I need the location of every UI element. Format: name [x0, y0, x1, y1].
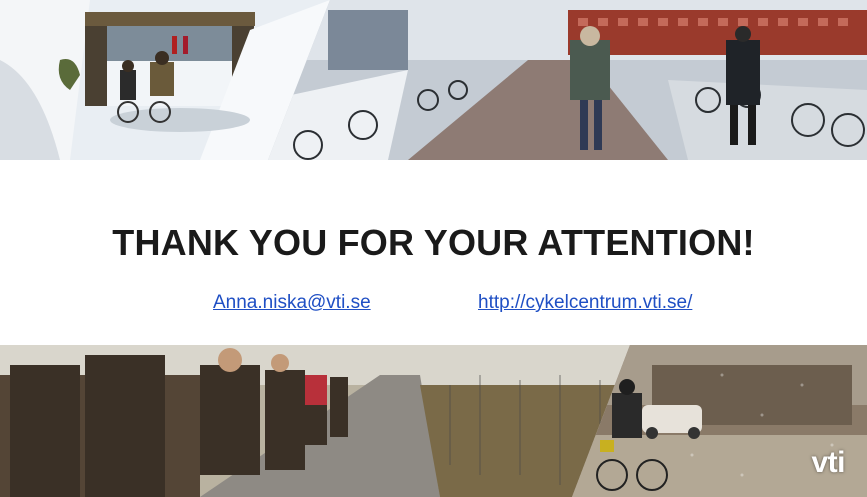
website-link[interactable]: http://cykelcentrum.vti.se/: [478, 292, 692, 314]
slide-title: THANK YOU FOR YOUR ATTENTION!: [112, 222, 755, 263]
email-link[interactable]: Anna.niska@vti.se: [213, 292, 371, 314]
vti-logo: vti: [811, 446, 845, 479]
group-cycling-road-photo: [0, 345, 630, 497]
campus-bike-parking-photo: [268, 0, 867, 160]
slide: THANK YOU FOR YOUR ATTENTION! Anna.niska…: [0, 0, 867, 497]
